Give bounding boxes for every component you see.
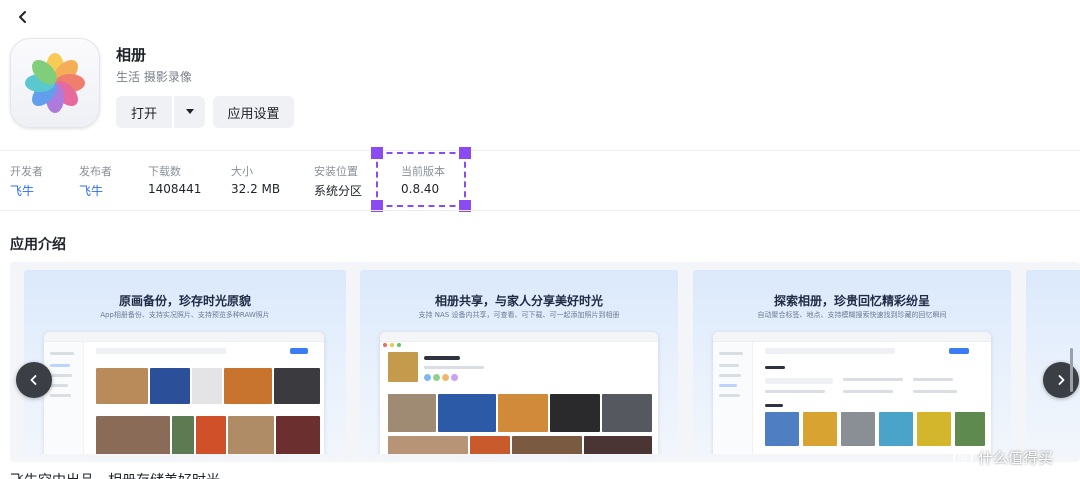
size-label: 大小 xyxy=(231,165,253,178)
chevron-right-icon xyxy=(1058,375,1065,385)
screenshot-carousel[interactable]: 原画备份，珍存时光原貌 App相册备份、支持实况照片、支持预览多种RAW照片 相… xyxy=(10,262,1080,462)
app-icon xyxy=(10,38,100,128)
watermark: 值 什么值得买 xyxy=(952,446,1053,468)
slide-app-preview xyxy=(44,332,324,454)
app-name: 相册 xyxy=(116,46,147,64)
svg-text:值: 值 xyxy=(958,451,968,464)
section-title-intro: 应用介绍 xyxy=(10,237,66,253)
open-options-dropdown[interactable] xyxy=(174,96,205,128)
flower-petals-icon xyxy=(25,53,85,113)
developer-link[interactable]: 飞牛 xyxy=(10,182,34,199)
divider xyxy=(0,210,1080,211)
slide-title: 探索相册，珍贵回忆精彩纷呈 xyxy=(773,294,930,308)
back-button[interactable] xyxy=(12,6,34,28)
resize-handle xyxy=(459,147,471,159)
developer-label: 开发者 xyxy=(10,165,43,178)
carousel-scroll-indicator[interactable] xyxy=(1070,348,1073,392)
watermark-text: 什么值得买 xyxy=(978,448,1054,467)
slide-app-preview xyxy=(380,332,658,454)
size-value: 32.2 MB xyxy=(231,182,281,196)
app-description-truncated: 飞牛空中出品，相册存储美好时光 xyxy=(10,470,220,479)
slide-subtitle: 支持 NAS 设备内共享，可查看、可下载、可一起添加照片到相册 xyxy=(418,311,620,319)
app-settings-button[interactable]: 应用设置 xyxy=(213,96,294,128)
install-location-label: 安装位置 xyxy=(314,165,358,178)
app-category: 生活 摄影录像 xyxy=(116,70,192,84)
carousel-prev-button[interactable] xyxy=(16,362,52,398)
slide-subtitle: App相册备份、支持实况照片、支持预览多种RAW照片 xyxy=(100,311,270,319)
slide-title: 相册共享，与家人分享美好时光 xyxy=(434,294,603,308)
resize-handle xyxy=(371,147,383,159)
publisher-link[interactable]: 飞牛 xyxy=(79,182,103,199)
slide-subtitle: 自动聚合标签、地点、支持模糊搜索快速找到珍藏的回忆瞬间 xyxy=(757,311,947,319)
slide-title: 原画备份，珍存时光原貌 xyxy=(118,294,251,308)
install-location-value: 系统分区 xyxy=(314,184,363,198)
carousel-slide[interactable]: 相册共享，与家人分享美好时光 支持 NAS 设备内共享，可查看、可下载、可一起添… xyxy=(360,270,678,454)
carousel-slide[interactable]: 探索相册，珍贵回忆精彩纷呈 自动聚合标签、地点、支持模糊搜索快速找到珍藏的回忆瞬… xyxy=(693,270,1011,454)
carousel-next-button[interactable] xyxy=(1043,362,1079,398)
caret-down-icon xyxy=(185,109,194,114)
downloads-value: 1408441 xyxy=(148,182,202,196)
chevron-left-icon xyxy=(30,375,37,385)
carousel-slide[interactable]: 原画备份，珍存时光原貌 App相册备份、支持实况照片、支持预览多种RAW照片 xyxy=(24,270,346,454)
divider xyxy=(0,150,1080,151)
chevron-left-icon xyxy=(19,11,26,23)
watermark-logo-icon: 值 xyxy=(953,447,973,467)
slide-app-preview xyxy=(713,332,991,454)
downloads-label: 下载数 xyxy=(148,165,181,178)
publisher-label: 发布者 xyxy=(79,165,112,178)
open-button[interactable]: 打开 xyxy=(116,96,172,128)
version-highlight-box xyxy=(371,147,471,212)
